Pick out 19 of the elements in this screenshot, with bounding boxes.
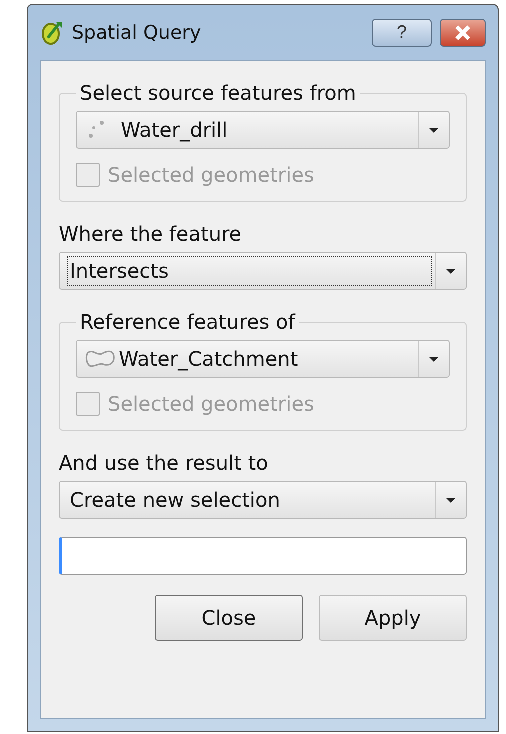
checkbox-label: Selected geometries [108,163,314,187]
polygon-layer-icon [85,348,117,370]
field-label: Where the feature [59,222,243,246]
predicate-dropdown[interactable]: Intersects [59,252,467,290]
checkbox-label: Selected geometries [108,392,314,416]
close-icon [454,24,472,40]
group-legend: Reference features of [76,310,300,334]
app-logo-icon [40,20,64,46]
help-button[interactable]: ? [372,18,432,46]
field-label: And use the result to [59,451,270,475]
window-title: Spatial Query [72,22,202,44]
close-button[interactable] [440,18,486,46]
layer-dropdown[interactable]: Water_drill [76,111,450,149]
action-dropdown[interactable]: Create new selection [59,481,467,519]
input-field[interactable] [59,537,467,575]
dialog-button[interactable]: Close [155,595,303,641]
layer-dropdown[interactable]: Water_Catchment [76,340,450,378]
group-legend: Select source features from [76,81,360,105]
dialog-button[interactable]: Apply [319,595,467,641]
